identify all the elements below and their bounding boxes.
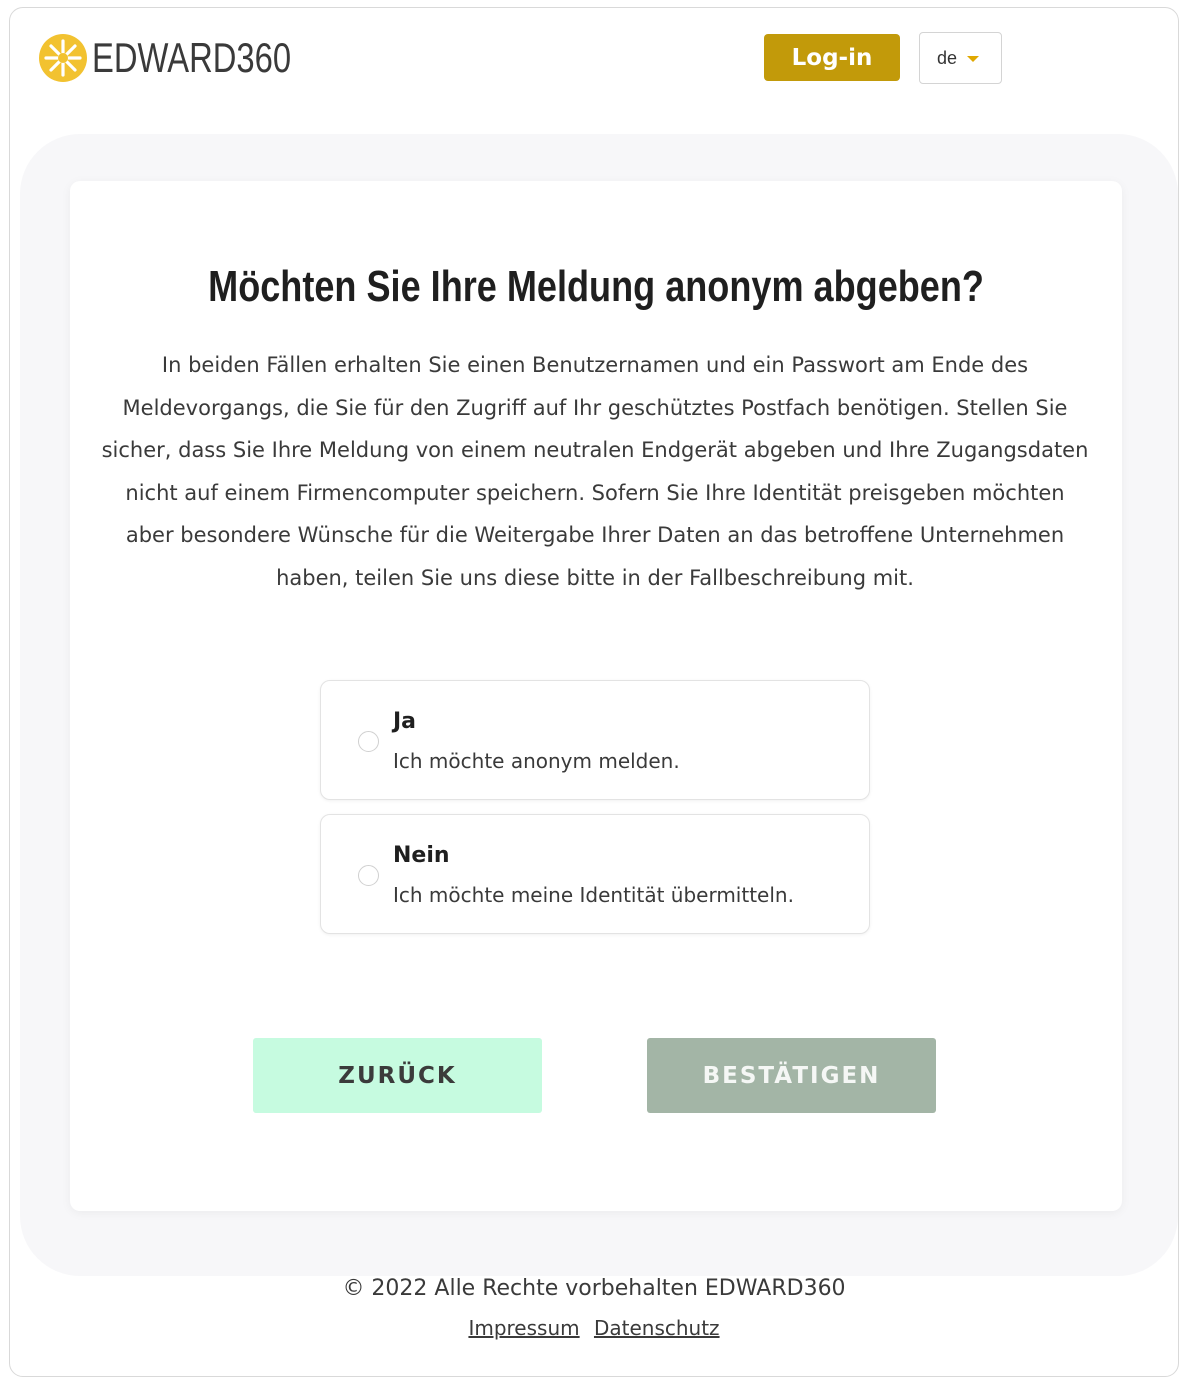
brand-logo[interactable]: EDWARD360: [38, 32, 347, 84]
impressum-link[interactable]: Impressum: [468, 1316, 579, 1340]
option-title: Nein: [393, 843, 450, 868]
brand-name: EDWARD360: [92, 34, 292, 81]
option-title: Ja: [393, 709, 417, 734]
radio-no[interactable]: [358, 865, 379, 886]
option-anonymous-yes[interactable]: Ja Ich möchte anonym melden.: [320, 680, 870, 800]
footer-links: Impressum Datenschutz: [0, 1316, 1182, 1340]
description-text: In beiden Fällen erhalten Sie einen Benu…: [101, 353, 1089, 590]
language-select[interactable]: de: [919, 32, 1002, 84]
confirm-button[interactable]: BESTÄTIGEN: [647, 1038, 936, 1113]
option-anonymous-no[interactable]: Nein Ich möchte meine Identität übermitt…: [320, 814, 870, 934]
language-value: de: [937, 47, 958, 68]
caret-down-icon: [967, 56, 980, 62]
page-title: Möchten Sie Ihre Meldung anonym abgeben?: [208, 262, 984, 311]
option-subtitle: Ich möchte meine Identität übermitteln.: [393, 883, 794, 907]
datenschutz-link[interactable]: Datenschutz: [594, 1316, 720, 1340]
login-button[interactable]: Log-in: [764, 34, 900, 81]
back-button[interactable]: ZURÜCK: [253, 1038, 542, 1113]
copyright-text: © 2022 Alle Rechte vorbehalten EDWARD360: [342, 1276, 846, 1301]
radio-yes[interactable]: [358, 731, 379, 752]
option-subtitle: Ich möchte anonym melden.: [393, 749, 680, 773]
sun-logo-icon: [39, 34, 87, 82]
